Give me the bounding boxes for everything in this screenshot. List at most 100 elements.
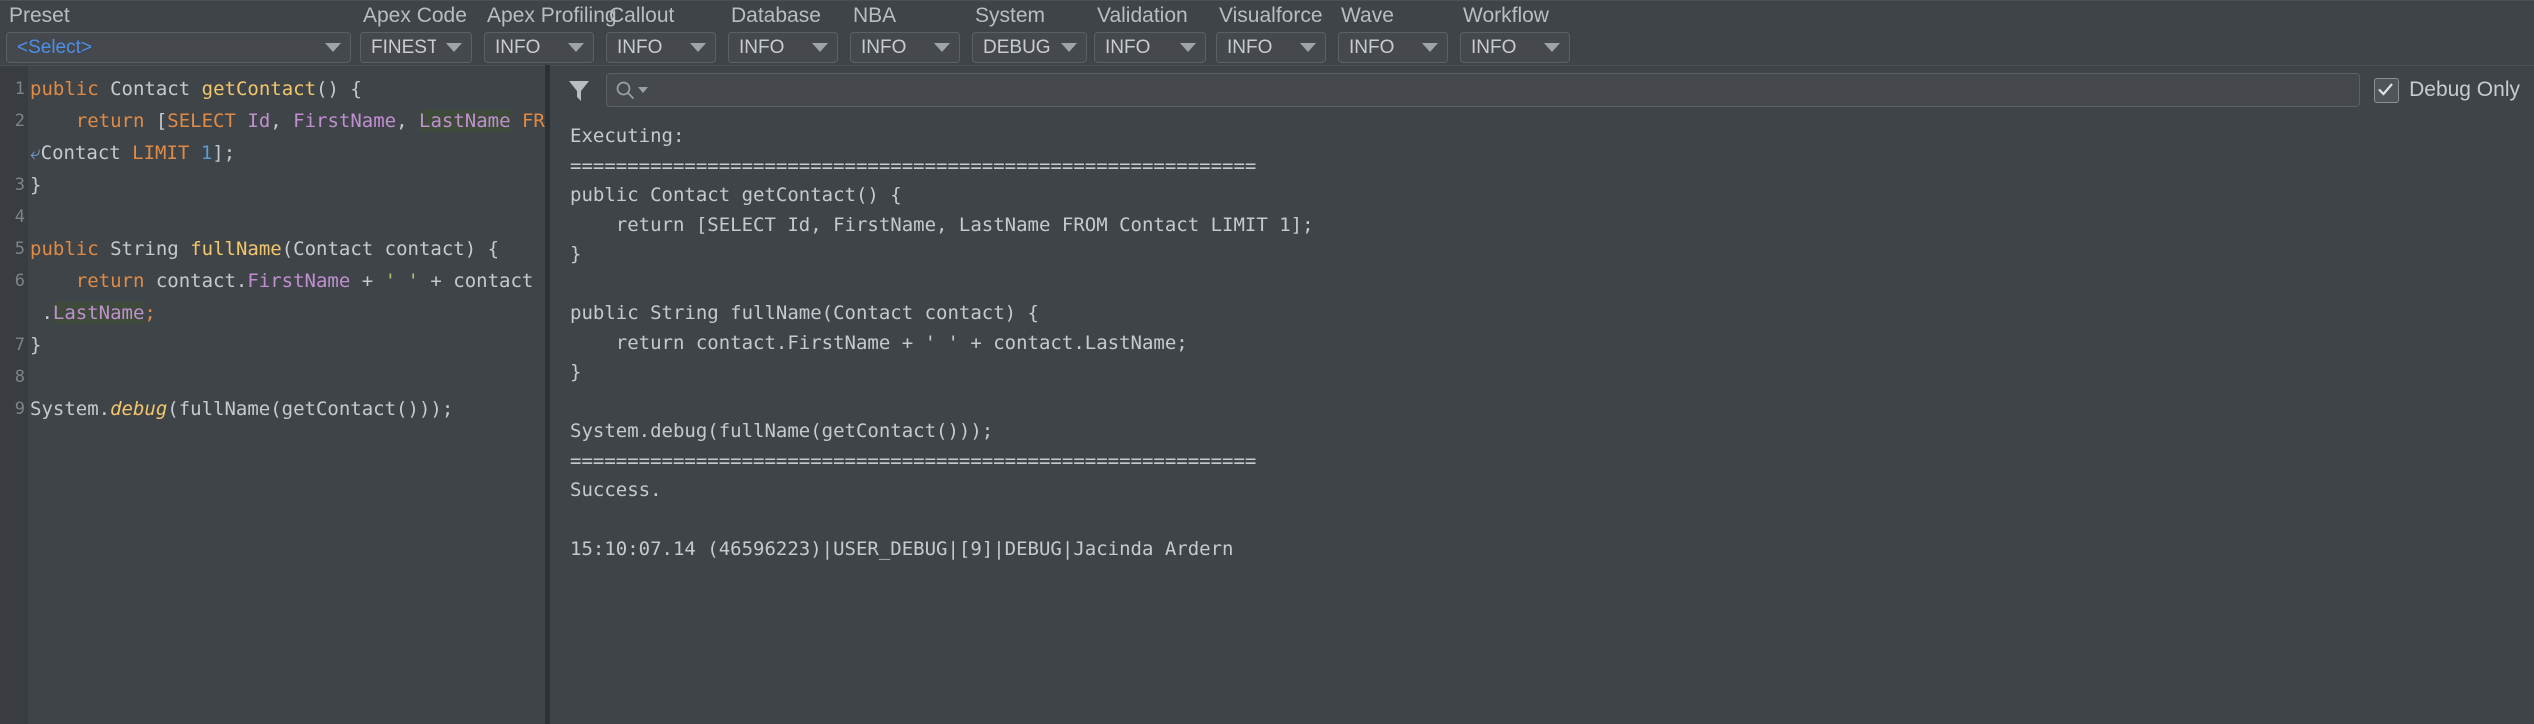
field-system: System DEBUG: [972, 1, 1094, 63]
debug-only-checkbox[interactable]: [2374, 77, 2400, 103]
code-line[interactable]: }: [30, 169, 545, 201]
line-number: 5: [14, 239, 25, 259]
log-line: public String fullName(Contact contact) …: [570, 302, 1039, 324]
code-token: contact.: [144, 270, 248, 292]
code-line[interactable]: public String fullName(Contact contact) …: [30, 233, 545, 265]
dropdown-database[interactable]: INFO: [728, 32, 838, 63]
code-line[interactable]: }: [30, 329, 545, 361]
label-system: System: [975, 4, 1046, 27]
line-number: 4: [14, 207, 25, 227]
label-apex-profiling: Apex Profiling: [487, 4, 617, 27]
code-line[interactable]: return contact.FirstName + ' ' + contact: [30, 265, 545, 297]
field-validation: Validation INFO: [1094, 1, 1216, 63]
code-token: Contact: [40, 142, 133, 164]
field-preset: Preset <Select>: [0, 1, 360, 63]
line-number: 3: [14, 175, 25, 195]
dropdown-callout[interactable]: INFO: [606, 32, 716, 63]
log-line: Executing:: [570, 125, 685, 147]
line-number: [0, 137, 25, 169]
label-apex-code: Apex Code: [363, 4, 467, 27]
code-line[interactable]: return [SELECT Id, FirstName, LastName F…: [30, 105, 545, 137]
log-line: return [SELECT Id, FirstName, LastName F…: [570, 213, 1314, 236]
code-token: [: [144, 110, 168, 132]
code-token: }: [30, 334, 42, 356]
label-nba: NBA: [853, 4, 897, 27]
dropdown-nba[interactable]: INFO: [850, 32, 960, 63]
label-database: Database: [731, 4, 821, 27]
code-line[interactable]: [30, 361, 545, 393]
line-number: 2: [14, 111, 25, 131]
line-number: 1: [14, 79, 25, 99]
code-line[interactable]: .LastName;: [30, 297, 545, 329]
code-token: Id: [247, 110, 271, 132]
code-token: FirstName: [293, 110, 397, 132]
field-nba: NBA INFO: [850, 1, 972, 63]
label-validation: Validation: [1097, 4, 1188, 27]
code-token: LastName: [52, 302, 145, 324]
field-workflow: Workflow INFO: [1460, 1, 1582, 63]
log-line: ========================================…: [570, 449, 1257, 472]
code-content[interactable]: public Contact getContact() { return [SE…: [28, 66, 545, 724]
chevron-down-icon: [1300, 43, 1316, 52]
dropdown-workflow[interactable]: INFO: [1460, 32, 1570, 63]
chevron-down-icon: [812, 43, 828, 52]
log-line: return contact.FirstName + ' ' + contact…: [570, 331, 1188, 354]
field-visualforce: Visualforce INFO: [1216, 1, 1338, 63]
line-number: [0, 297, 25, 329]
line-number: 8: [14, 367, 25, 387]
debug-only-toggle[interactable]: Debug Only: [2374, 77, 2524, 103]
log-line: 15:10:07.14 (46596223)|USER_DEBUG|[9]|DE…: [570, 538, 1234, 560]
code-token: fullName: [190, 238, 282, 260]
dropdown-visualforce[interactable]: INFO: [1216, 32, 1326, 63]
dropdown-apex-code[interactable]: FINEST: [360, 32, 472, 63]
log-line: System.debug(fullName(getContact()));: [570, 420, 994, 442]
funnel-icon[interactable]: [566, 77, 592, 103]
code-token: Contact: [293, 238, 374, 260]
chevron-down-icon: [1180, 43, 1196, 52]
code-token: return: [75, 110, 145, 132]
field-apex-code: Apex Code FINEST: [360, 1, 484, 63]
code-token: return: [75, 270, 145, 292]
log-line: public Contact getContact() {: [570, 184, 902, 206]
field-wave: Wave INFO: [1338, 1, 1460, 63]
log-level-toolbar: Preset <Select> Apex Code FINEST Apex Pr…: [0, 0, 2534, 65]
dropdown-callout-value: INFO: [617, 36, 663, 58]
dropdown-system-value: DEBUG: [983, 36, 1051, 58]
chevron-down-icon: [690, 43, 706, 52]
code-line[interactable]: ⤶Contact LIMIT 1];: [30, 137, 545, 169]
log-line: }: [570, 361, 582, 383]
chevron-down-icon: [325, 43, 341, 52]
code-token: ' ': [384, 270, 419, 292]
dropdown-nba-value: INFO: [861, 36, 907, 58]
caret-down-icon: [638, 87, 648, 93]
code-token: public: [30, 78, 99, 100]
code-editor[interactable]: 1 2 3 4 5 6 7 8 9 public Contact getContact() { …: [0, 65, 545, 724]
code-token: ;: [144, 302, 156, 324]
dropdown-visualforce-value: INFO: [1227, 36, 1273, 58]
code-line[interactable]: [30, 201, 545, 233]
line-number: 7: [14, 335, 25, 355]
dropdown-preset[interactable]: <Select>: [6, 32, 351, 63]
label-visualforce: Visualforce: [1219, 4, 1323, 27]
search-input[interactable]: [606, 73, 2361, 107]
code-line[interactable]: public Contact getContact() {: [30, 73, 545, 105]
code-token: FirstName: [247, 270, 351, 292]
search-icon: [616, 81, 635, 100]
dropdown-apex-profiling[interactable]: INFO: [484, 32, 594, 63]
dropdown-system[interactable]: DEBUG: [972, 32, 1087, 63]
code-token: (: [281, 238, 294, 260]
dropdown-wave[interactable]: INFO: [1338, 32, 1448, 63]
code-token: ,: [270, 110, 294, 132]
dropdown-validation[interactable]: INFO: [1094, 32, 1206, 63]
code-line[interactable]: System.debug(fullName(getContact()));: [30, 393, 545, 425]
dropdown-preset-value: <Select>: [17, 36, 92, 58]
dropdown-validation-value: INFO: [1105, 36, 1151, 58]
code-token: (fullName(getContact()));: [167, 398, 454, 420]
